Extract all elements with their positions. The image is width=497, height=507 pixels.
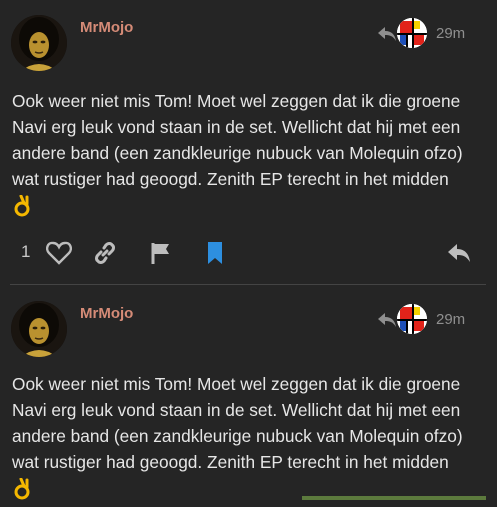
ok-hand-emoji — [12, 477, 32, 500]
post-body: Ook weer niet mis Tom! Moet wel zeggen d… — [12, 371, 488, 501]
like-button[interactable] — [46, 233, 72, 273]
post-body: Ook weer niet mis Tom! Moet wel zeggen d… — [12, 88, 488, 218]
reply-to-icon[interactable] — [377, 26, 397, 42]
username[interactable]: MrMojo — [80, 19, 133, 36]
post-time[interactable]: 29m — [436, 25, 465, 42]
flag-icon[interactable] — [150, 233, 172, 273]
progress-bar — [302, 496, 486, 500]
bookmark-icon[interactable] — [207, 233, 223, 273]
post-meta: 29m — [377, 16, 487, 52]
post-text: Ook weer niet mis Tom! Moet wel zeggen d… — [12, 374, 463, 472]
user-avatar[interactable] — [11, 301, 67, 357]
reply-to-icon[interactable] — [377, 312, 397, 328]
post-divider — [10, 284, 486, 285]
reply-to-avatar[interactable] — [397, 304, 427, 334]
post-meta: 29m — [377, 302, 487, 338]
ok-hand-emoji — [12, 194, 32, 217]
post-time[interactable]: 29m — [436, 311, 465, 328]
like-count[interactable]: 1 — [21, 242, 30, 262]
username[interactable]: MrMojo — [80, 305, 133, 322]
post-text: Ook weer niet mis Tom! Moet wel zeggen d… — [12, 91, 463, 189]
link-icon[interactable] — [93, 233, 117, 273]
reply-to-avatar[interactable] — [397, 18, 427, 48]
user-avatar[interactable] — [11, 15, 67, 71]
reply-button[interactable] — [447, 233, 471, 273]
post-actions: 1 — [0, 233, 497, 273]
